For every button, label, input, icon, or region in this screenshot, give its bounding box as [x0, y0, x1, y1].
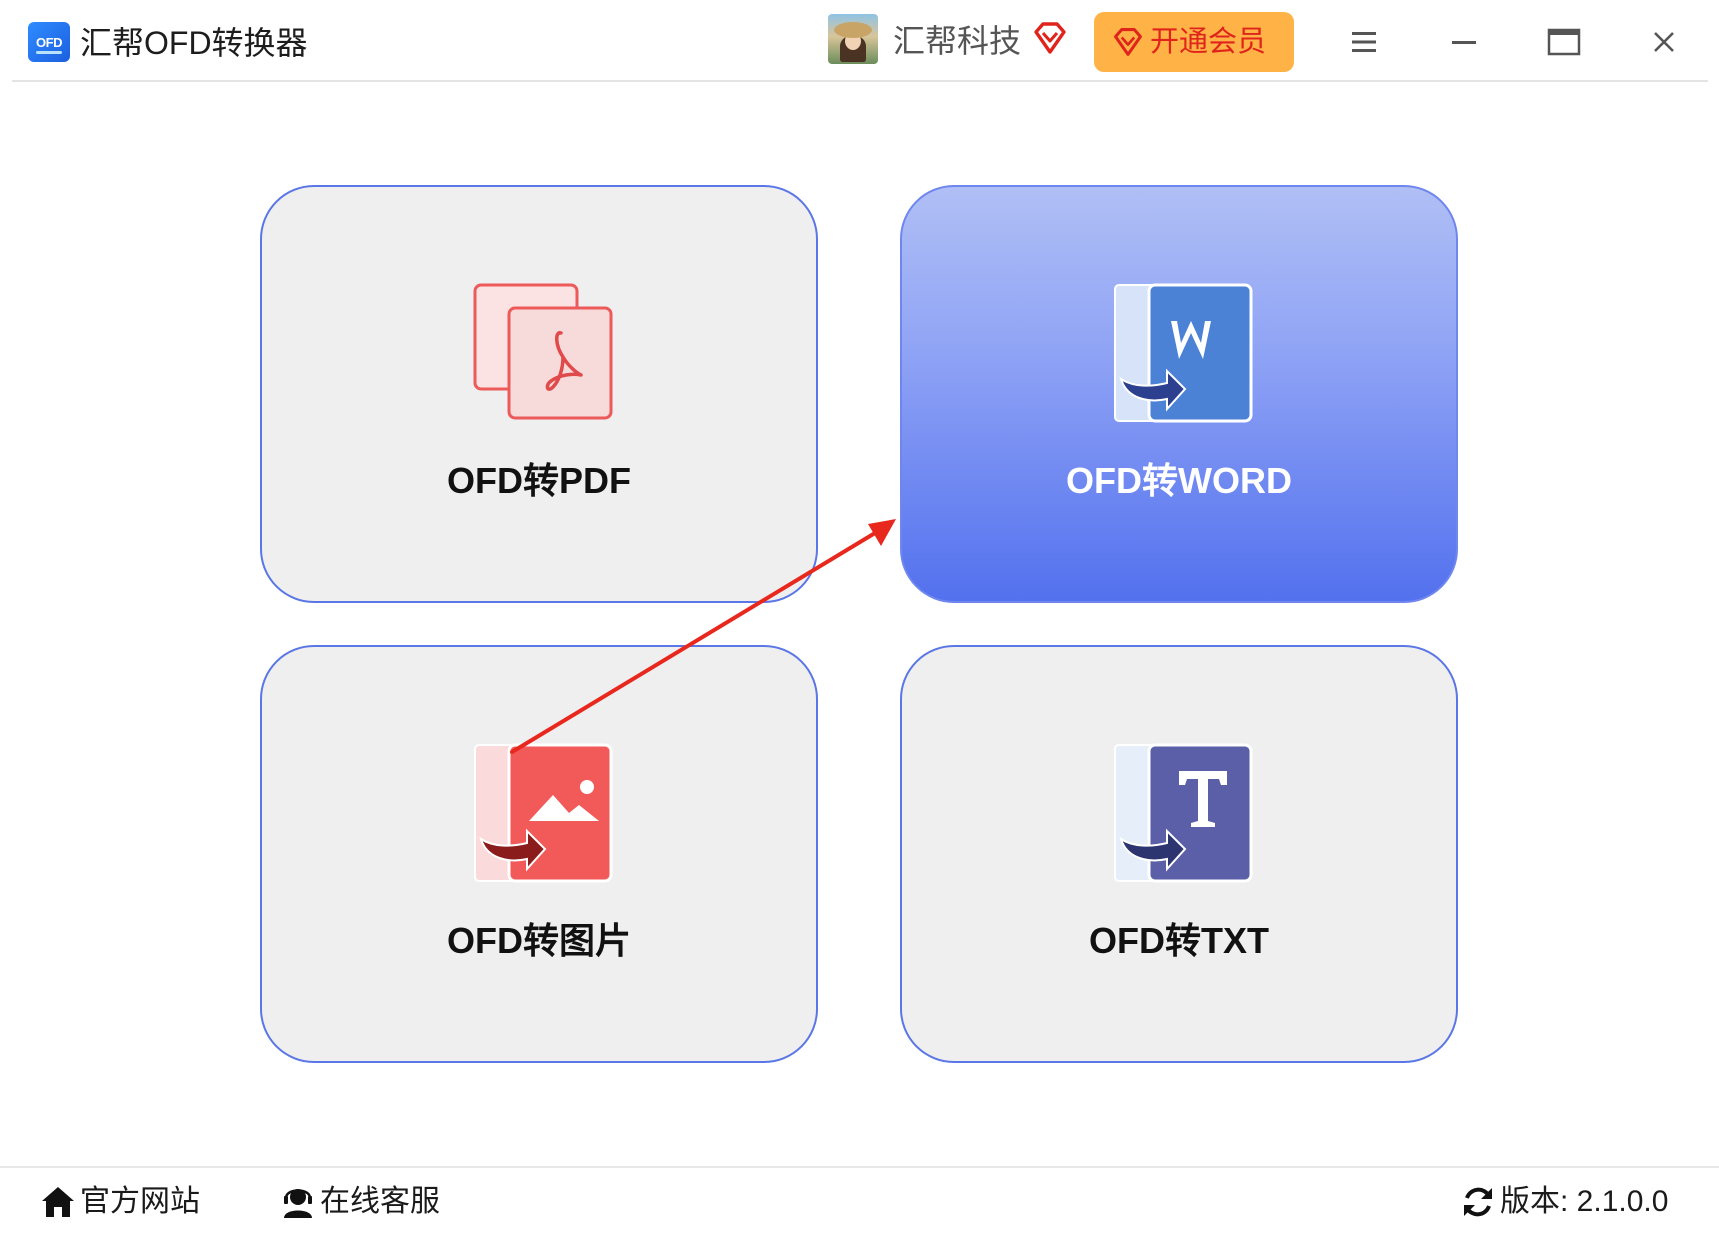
menu-button[interactable]: [1342, 20, 1386, 64]
online-service-link[interactable]: 在线客服: [280, 1178, 440, 1226]
title-bar: OFD 汇帮OFD转换器 汇帮科技 开通会员: [0, 0, 1719, 82]
close-icon: [1654, 32, 1674, 52]
footer-divider: [0, 1166, 1719, 1168]
vip-diamond-icon: [1034, 22, 1066, 54]
official-website-label: 官方网站: [80, 1185, 200, 1218]
word-document-icon: [1114, 283, 1253, 423]
close-button[interactable]: [1642, 20, 1686, 64]
card-label-txt: OFD转TXT: [1089, 920, 1269, 961]
user-name[interactable]: 汇帮科技: [893, 20, 1021, 62]
home-icon: [42, 1187, 74, 1217]
official-website-link[interactable]: 官方网站: [40, 1178, 200, 1226]
card-ofd-to-word[interactable]: OFD转WORD: [900, 185, 1458, 603]
app-logo-icon: OFD: [28, 22, 70, 62]
card-ofd-to-pdf[interactable]: OFD转PDF: [260, 185, 818, 603]
pdf-document-icon: [473, 283, 613, 420]
card-ofd-to-image[interactable]: OFD转图片: [260, 645, 818, 1063]
version-label: 版本: 2.1.0.0: [1500, 1185, 1669, 1218]
title-bar-divider: [12, 80, 1708, 82]
refresh-icon: [1464, 1187, 1492, 1217]
menu-icon: [1352, 32, 1376, 52]
open-vip-button[interactable]: 开通会员: [1094, 12, 1294, 72]
maximize-icon: [1547, 28, 1581, 56]
user-avatar[interactable]: [828, 14, 878, 64]
version-info: 版本: 2.1.0.0: [1460, 1178, 1668, 1226]
online-service-label: 在线客服: [320, 1185, 440, 1218]
card-label-word: OFD转WORD: [1066, 460, 1292, 501]
customer-service-icon: [284, 1189, 312, 1218]
card-label-image: OFD转图片: [447, 920, 631, 961]
card-label-pdf: OFD转PDF: [447, 460, 631, 501]
txt-document-icon: [1114, 743, 1253, 883]
card-ofd-to-txt[interactable]: OFD转TXT: [900, 645, 1458, 1063]
minimize-icon: [1452, 41, 1476, 44]
vip-button-diamond-icon: [1114, 28, 1142, 56]
app-title: 汇帮OFD转换器: [80, 25, 308, 61]
image-document-icon: [474, 743, 613, 883]
app-logo-text: OFD: [36, 34, 62, 50]
maximize-button[interactable]: [1542, 20, 1586, 64]
open-vip-label: 开通会员: [1150, 26, 1267, 58]
minimize-button[interactable]: [1442, 20, 1486, 64]
annotation-arrow: [510, 519, 896, 754]
